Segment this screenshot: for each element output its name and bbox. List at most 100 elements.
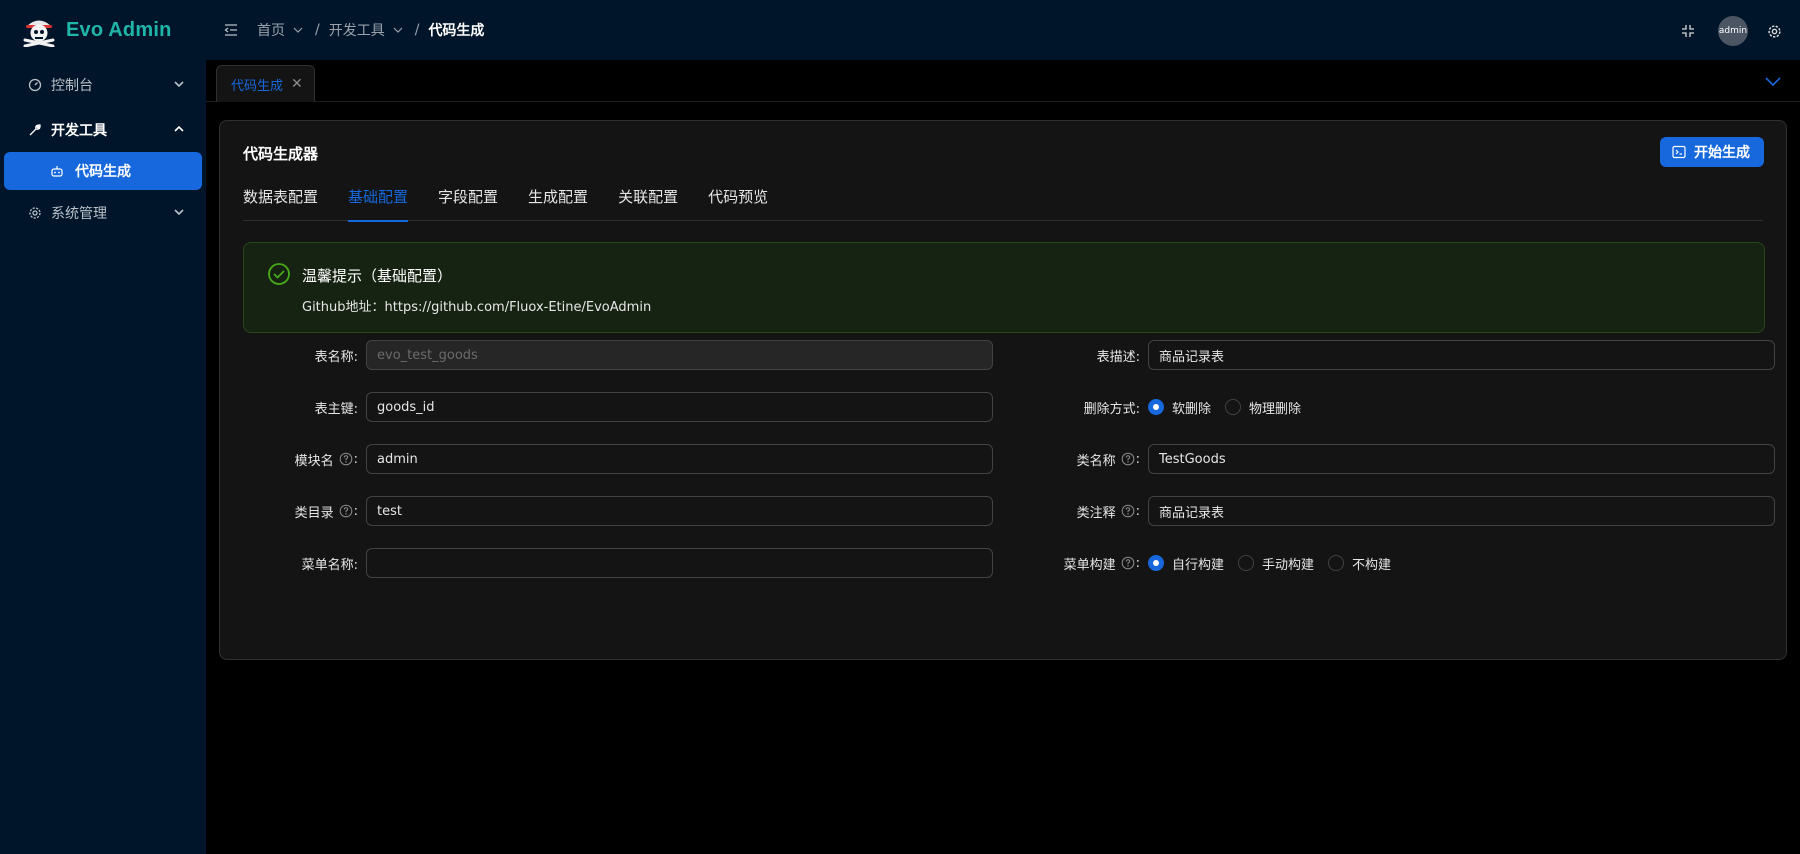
class-comment-label: 类注释 : — [1002, 502, 1148, 521]
close-icon[interactable]: ✕ — [291, 76, 303, 92]
radio-physical-delete[interactable]: 物理删除 — [1225, 398, 1301, 417]
label-colon: : — [1135, 451, 1140, 467]
label-colon: : — [1135, 555, 1140, 571]
question-circle-icon[interactable] — [339, 452, 353, 466]
table-name-input[interactable]: evo_test_goods — [366, 340, 993, 370]
delete-mode-radio-group: 软删除 物理删除 — [1148, 398, 1315, 417]
pirate-skull-logo-icon — [23, 20, 55, 47]
radio-soft-delete[interactable]: 软删除 — [1148, 398, 1211, 417]
menu-fold-icon[interactable] — [224, 22, 240, 38]
form-row-class-dir: 类目录 : test — [220, 496, 993, 526]
primary-key-label: 表主键: — [314, 401, 358, 417]
page-tabs-bar: 代码生成 ✕ — [206, 60, 1800, 102]
question-circle-icon[interactable] — [1121, 504, 1135, 518]
form-row-table-desc: 表描述: 商品记录表 — [1002, 340, 1775, 370]
radio-label: 自行构建 — [1172, 557, 1225, 573]
breadcrumb-separator: / — [414, 22, 420, 38]
table-desc-input[interactable]: 商品记录表 — [1148, 340, 1775, 370]
chevron-down-icon[interactable] — [392, 24, 404, 36]
question-circle-icon[interactable] — [339, 504, 353, 518]
tab-relation-config[interactable]: 关联配置 — [618, 171, 678, 221]
form-row-class-comment: 类注释 : 商品记录表 — [1002, 496, 1775, 526]
form-row-table-name: 表名称: evo_test_goods — [220, 340, 993, 370]
check-circle-icon — [268, 263, 290, 285]
fullscreen-icon[interactable] — [1680, 23, 1696, 39]
radio-dot[interactable] — [1238, 555, 1255, 571]
radio-dot[interactable] — [1328, 555, 1345, 571]
alert-description: Github地址：https://github.com/Fluox-Etine/… — [302, 300, 652, 315]
logo[interactable]: Evo Admin — [0, 0, 206, 60]
sidebar-item-label: 系统管理 — [51, 205, 107, 222]
radio-manual-build[interactable]: 手动构建 — [1238, 554, 1314, 573]
label-colon: : — [1135, 503, 1140, 519]
radio-dot[interactable] — [1148, 555, 1164, 571]
breadcrumb-separator: / — [315, 22, 320, 38]
tip-alert: 温馨提示（基础配置） Github地址：https://github.com/F… — [243, 242, 1765, 333]
primary-key-input[interactable]: goods_id — [366, 392, 993, 422]
form-row-delete-mode: 删除方式: 软删除 物理删除 — [1002, 392, 1315, 422]
chevron-up-icon — [174, 125, 184, 132]
radio-label: 软删除 — [1172, 401, 1212, 417]
question-circle-icon[interactable] — [1121, 556, 1135, 570]
page-tab-code-gen[interactable]: 代码生成 ✕ — [216, 65, 315, 102]
sidebar-subitem-label: 代码生成 — [75, 164, 131, 180]
start-generate-button[interactable]: 开始生成 — [1660, 137, 1764, 167]
gear-icon — [27, 205, 43, 221]
sidebar-item-dev-tools[interactable]: 开发工具 — [0, 107, 206, 152]
sidebar-item-code-gen[interactable]: 代码生成 — [4, 152, 202, 190]
class-name-label: 类名称 : — [1002, 450, 1148, 469]
radio-label: 物理删除 — [1249, 401, 1302, 417]
class-dir-label-text: 类目录 — [294, 505, 334, 521]
table-desc-label: 表描述: — [1096, 349, 1140, 365]
breadcrumb-home[interactable]: 首页 — [257, 20, 285, 40]
breadcrumb-current: 代码生成 — [428, 23, 485, 39]
robot-icon — [50, 163, 66, 179]
tab-field-config[interactable]: 字段配置 — [438, 171, 498, 221]
alert-title: 温馨提示（基础配置） — [302, 267, 453, 285]
module-name-label-text: 模块名 — [294, 453, 334, 469]
chevron-down-icon — [174, 81, 184, 88]
chevron-down-icon — [174, 209, 184, 216]
tab-table-config[interactable]: 数据表配置 — [243, 171, 318, 221]
sidebar-item-label: 开发工具 — [51, 122, 107, 139]
breadcrumb: 首页 / 开发工具 / 代码生成 — [257, 20, 484, 40]
radio-label: 不构建 — [1352, 557, 1392, 573]
chevron-down-icon[interactable] — [1764, 72, 1782, 90]
question-circle-icon[interactable] — [1121, 452, 1135, 466]
class-dir-label: 类目录 : — [220, 502, 366, 521]
tab-generate-config[interactable]: 生成配置 — [528, 171, 588, 221]
top-header: 首页 / 开发工具 / 代码生成 admin — [206, 0, 1800, 60]
radio-self-build[interactable]: 自行构建 — [1148, 554, 1224, 573]
radio-no-build[interactable]: 不构建 — [1328, 554, 1391, 573]
chevron-down-icon[interactable] — [292, 24, 304, 36]
menu-name-label: 菜单名称: — [301, 557, 358, 573]
radio-label: 手动构建 — [1262, 557, 1315, 573]
code-generator-card: 代码生成器 开始生成 数据表配置 基础配置 字段配置 生成配置 关联配置 代码预… — [219, 120, 1787, 660]
header-actions: admin — [1680, 16, 1782, 46]
tab-basic-config[interactable]: 基础配置 — [348, 171, 409, 222]
class-dir-input[interactable]: test — [366, 496, 993, 526]
form-row-module-name: 模块名 : admin — [220, 444, 993, 474]
tool-icon — [27, 122, 43, 138]
sidebar-item-system[interactable]: 系统管理 — [0, 190, 206, 235]
sidebar-menu: 控制台 开发工具 代码生成 系统管理 — [0, 62, 206, 235]
module-name-label: 模块名 : — [220, 450, 366, 469]
sidebar-item-dashboard[interactable]: 控制台 — [0, 62, 206, 107]
class-comment-input[interactable]: 商品记录表 — [1148, 496, 1775, 526]
sidebar-item-label: 控制台 — [51, 77, 93, 94]
breadcrumb-dev-tools[interactable]: 开发工具 — [329, 20, 385, 40]
menu-name-input[interactable] — [366, 548, 993, 578]
radio-dot[interactable] — [1225, 399, 1242, 415]
settings-icon[interactable] — [1766, 23, 1782, 39]
tab-code-preview[interactable]: 代码预览 — [708, 171, 768, 221]
class-comment-label-text: 类注释 — [1076, 505, 1116, 521]
avatar[interactable]: admin — [1718, 16, 1748, 46]
module-name-input[interactable]: admin — [366, 444, 993, 474]
class-name-input[interactable]: TestGoods — [1148, 444, 1775, 474]
radio-dot[interactable] — [1148, 399, 1164, 415]
menu-build-label: 菜单构建 : — [1002, 554, 1148, 573]
form-row-menu-name: 菜单名称: — [220, 548, 993, 578]
menu-build-radio-group: 自行构建 手动构建 不构建 — [1148, 554, 1405, 573]
menu-build-label-text: 菜单构建 — [1063, 557, 1116, 573]
dashboard-icon — [27, 77, 43, 93]
